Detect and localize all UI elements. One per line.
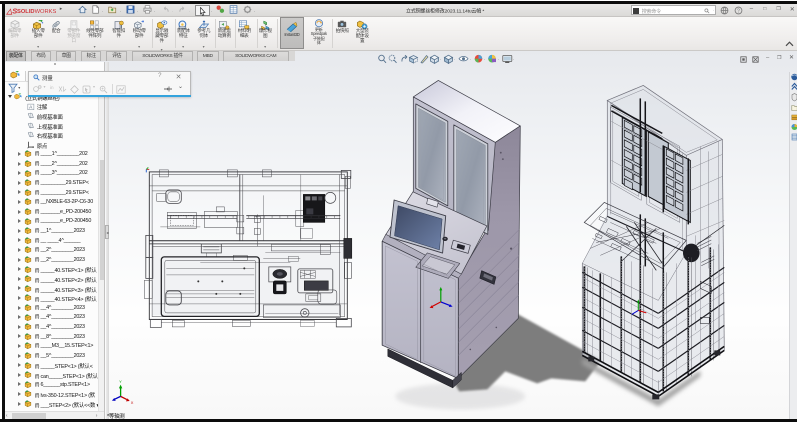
- svg-text:X: X: [130, 399, 133, 404]
- svg-text:·: ·: [484, 57, 486, 62]
- svg-text:·: ·: [513, 57, 515, 62]
- svg-text:Y: Y: [119, 378, 122, 383]
- svg-text:·: ·: [470, 57, 472, 62]
- svg-text:·: ·: [454, 57, 456, 62]
- svg-text:?: ?: [737, 8, 740, 14]
- svg-text:·: ·: [440, 57, 442, 62]
- svg-text:△S: △S: [6, 6, 17, 15]
- svg-text:·: ·: [498, 57, 500, 62]
- svg-text:SOLIDWORKS: SOLIDWORKS: [17, 9, 56, 15]
